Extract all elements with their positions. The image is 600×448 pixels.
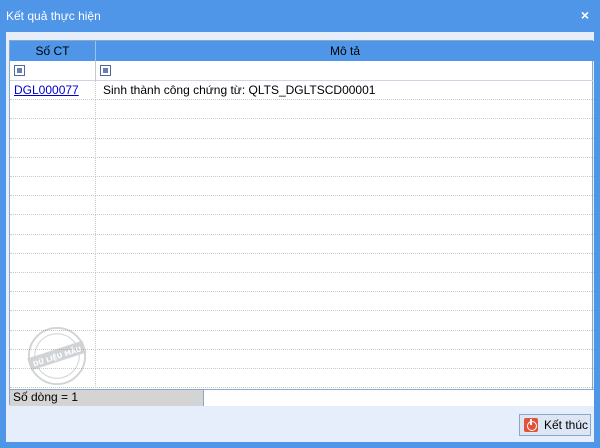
empty-cell <box>10 253 96 273</box>
window-title: Kết quả thực hiện <box>6 9 101 23</box>
empty-cell <box>96 369 594 388</box>
empty-cell <box>10 215 96 235</box>
empty-row <box>10 369 594 389</box>
empty-cell <box>96 235 594 254</box>
dialog-body: Số CT Mô tả DGL000077 Sinh thành công ch… <box>6 32 594 442</box>
watermark-stamp-icon: DỮ LIỆU MẪU <box>27 326 87 386</box>
finish-button[interactable]: Kết thúc <box>519 414 591 436</box>
empty-cell <box>10 138 96 158</box>
empty-row <box>10 138 594 158</box>
table-row[interactable]: DGL000077 Sinh thành công chứng từ: QLTS… <box>10 81 594 101</box>
empty-cell <box>96 196 594 215</box>
close-icon[interactable]: × <box>576 6 594 24</box>
status-bar: Số dòng = 1 <box>10 389 594 406</box>
document-link[interactable]: DGL000077 <box>14 83 79 97</box>
empty-cell <box>96 254 594 273</box>
empty-cell <box>96 273 594 292</box>
empty-cell <box>96 158 594 177</box>
empty-cell <box>96 350 594 369</box>
empty-cell <box>96 331 594 350</box>
column-header-mo-ta[interactable]: Mô tả <box>96 41 594 61</box>
power-icon <box>524 418 538 432</box>
empty-row <box>10 119 594 139</box>
empty-cell <box>10 119 96 139</box>
empty-row <box>10 177 594 197</box>
empty-row <box>10 273 594 293</box>
empty-row <box>10 253 594 273</box>
result-dialog: Kết quả thực hiện × Số CT Mô tả DGL00007… <box>0 0 600 448</box>
empty-row <box>10 100 594 120</box>
results-grid: Số CT Mô tả DGL000077 Sinh thành công ch… <box>9 40 594 406</box>
grid-header: Số CT Mô tả <box>10 41 594 61</box>
filter-cell-mo-ta[interactable] <box>96 61 594 81</box>
cell-so-ct[interactable]: DGL000077 <box>10 81 96 100</box>
empty-cell <box>10 157 96 177</box>
empty-row <box>10 215 594 235</box>
filter-row <box>10 61 594 81</box>
empty-row <box>10 311 594 331</box>
empty-cell <box>96 292 594 311</box>
title-bar[interactable]: Kết quả thực hiện × <box>0 0 600 32</box>
filter-icon[interactable] <box>100 65 111 76</box>
status-bar-fill <box>203 390 594 406</box>
empty-row <box>10 234 594 254</box>
empty-cell <box>96 139 594 158</box>
empty-cell <box>96 177 594 196</box>
empty-row <box>10 157 594 177</box>
cell-mo-ta: Sinh thành công chứng từ: QLTS_DGLTSCD00… <box>103 83 376 97</box>
row-count: Số dòng = 1 <box>10 390 203 406</box>
empty-cell <box>10 177 96 196</box>
empty-row <box>10 349 594 369</box>
filter-icon[interactable] <box>14 65 25 76</box>
empty-cell <box>10 100 96 120</box>
empty-row <box>10 330 594 350</box>
empty-cell <box>10 292 96 312</box>
finish-button-label: Kết thúc <box>544 418 589 432</box>
grid-rows: DGL000077 Sinh thành công chứng từ: QLTS… <box>10 81 594 389</box>
empty-cell <box>10 273 96 292</box>
column-header-so-ct[interactable]: Số CT <box>10 41 96 61</box>
filter-cell-so-ct[interactable] <box>10 61 96 81</box>
empty-cell <box>96 119 594 138</box>
empty-cell <box>10 234 96 254</box>
empty-row <box>10 196 594 216</box>
empty-cell <box>96 100 594 119</box>
empty-cell <box>96 311 594 330</box>
empty-cell <box>10 196 96 216</box>
empty-cell <box>96 215 594 234</box>
empty-row <box>10 292 594 312</box>
